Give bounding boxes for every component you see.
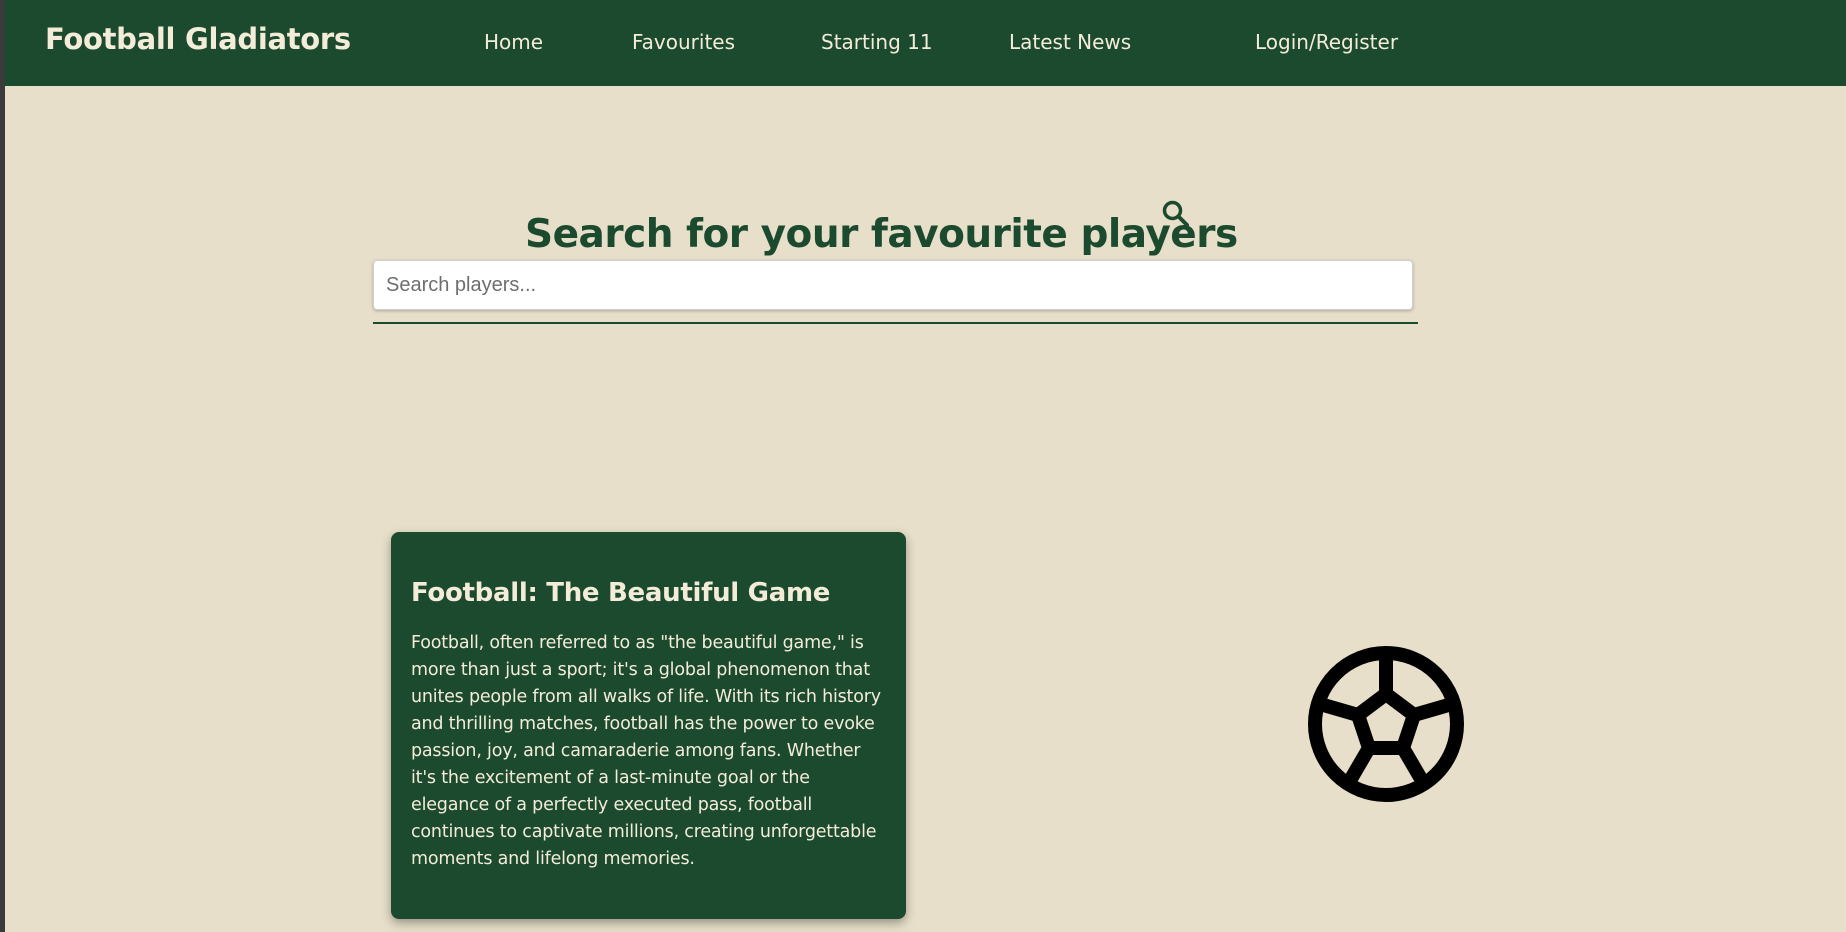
site-brand[interactable]: Football Gladiators	[45, 22, 351, 56]
nav-link-starting-11[interactable]: Starting 11	[821, 30, 933, 54]
soccer-ball-icon	[1308, 646, 1464, 802]
info-card: Football: The Beautiful Game Football, o…	[391, 532, 906, 919]
nav-link-login-register[interactable]: Login/Register	[1255, 30, 1398, 54]
window-edge	[0, 0, 5, 932]
nav-link-home[interactable]: Home	[484, 30, 543, 54]
search-input[interactable]	[373, 260, 1413, 310]
search-divider	[373, 322, 1418, 324]
search-icon[interactable]	[1160, 198, 1192, 230]
search-heading: Search for your favourite players	[525, 212, 1238, 258]
nav-link-favourites[interactable]: Favourites	[632, 30, 735, 54]
top-navbar: Football Gladiators Home Favourites Star…	[5, 0, 1846, 86]
card-title: Football: The Beautiful Game	[411, 578, 831, 608]
nav-link-latest-news[interactable]: Latest News	[1009, 30, 1131, 54]
card-body: Football, often referred to as "the beau…	[411, 633, 881, 869]
